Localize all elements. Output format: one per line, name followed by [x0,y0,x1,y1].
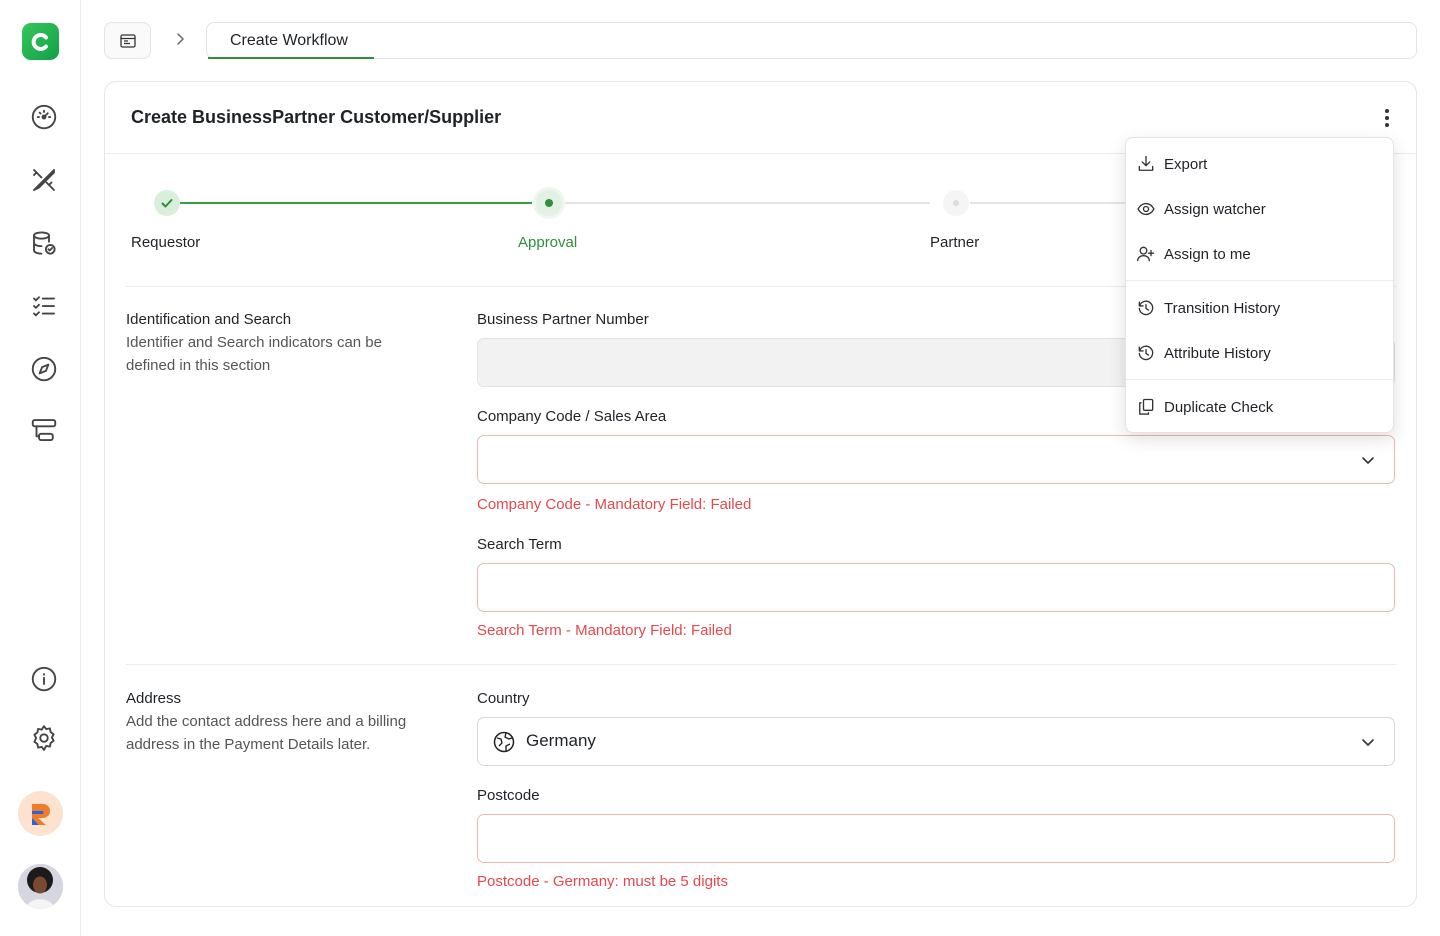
copy-icon [1139,398,1154,415]
design-tools-nav-icon[interactable] [28,164,60,196]
chevron-down-icon [1362,739,1374,746]
company-code-label: Company Code / Sales Area [477,408,667,425]
step-connector-pending [562,202,930,204]
kebab-dot-icon [1385,109,1389,113]
menu-item-assign-watcher[interactable]: Assign watcher [1126,189,1393,229]
tab-create-workflow[interactable]: Create Workflow [208,22,374,59]
brand-avatar[interactable] [18,791,63,836]
postcode-error: Postcode - Germany: must be 5 digits [477,873,728,890]
history-icon [1138,345,1154,361]
globe-icon [493,731,515,753]
menu-item-attribute-history[interactable]: Attribute History [1126,333,1393,373]
layout-icon [119,33,136,48]
brand-logo-icon [31,803,50,825]
step-label-partner: Partner [930,234,980,251]
user-plus-icon [1137,246,1155,262]
country-label: Country [477,690,530,707]
dashboard-nav-icon[interactable] [28,101,60,133]
search-term-label: Search Term [477,536,562,553]
logo-icon [31,32,48,51]
menu-item-transition-history[interactable]: Transition History [1126,288,1393,328]
step-done-check-icon [154,190,180,216]
section-divider [126,664,1396,665]
tab-bar [206,22,1417,59]
step-connector-done [180,202,532,204]
more-options-button[interactable] [1373,104,1401,132]
step-pending-dot-icon [943,190,969,216]
chevron-right-icon [177,33,184,45]
company-code-select[interactable] [477,435,1395,484]
eye-icon [1137,202,1155,216]
workspace-home-button[interactable] [104,22,151,59]
country-value: Germany [526,731,596,750]
history-icon [1138,300,1154,316]
bp-number-label: Business Partner Number [477,311,649,328]
user-photo-icon [18,864,63,909]
search-term-input[interactable] [477,563,1395,612]
kebab-dot-icon [1385,123,1389,127]
address-section-title: Address [126,690,182,707]
address-section-description: Add the contact address here and a billi… [126,713,407,753]
database-check-nav-icon[interactable] [28,227,60,259]
identification-section-title: Identification and Search [126,311,292,328]
breadcrumb: Create Workflow [104,22,1417,59]
info-nav-icon[interactable] [28,663,60,695]
more-options-menu: Export Assign watcher Assign to me Trans… [1125,137,1394,433]
company-code-error: Company Code - Mandatory Field: Failed [477,496,752,513]
step-current-dot-icon [536,190,562,216]
sidebar [0,0,81,936]
step-label-requestor: Requestor [131,234,201,251]
country-select[interactable]: Germany [477,717,1395,766]
step-label-approval: Approval [518,234,578,251]
postcode-label: Postcode [477,787,540,804]
chevron-down-icon [1362,457,1374,464]
menu-item-assign-to-me[interactable]: Assign to me [1126,234,1393,274]
step-connector-pending [970,202,1130,204]
app-logo[interactable] [22,23,59,60]
menu-item-export[interactable]: Export [1126,144,1393,184]
menu-item-duplicate-check[interactable]: Duplicate Check [1126,387,1393,427]
identification-section-description: Identifier and Search indicators can be … [126,334,382,374]
settings-gear-icon[interactable] [28,722,60,754]
kebab-dot-icon [1385,116,1389,120]
menu-separator [1126,280,1393,281]
checklist-nav-icon[interactable] [28,290,60,322]
postcode-input[interactable] [477,814,1395,863]
user-avatar[interactable] [18,864,63,909]
workflow-nav-icon[interactable] [28,414,60,446]
compass-nav-icon[interactable] [28,353,60,385]
download-icon [1138,155,1154,171]
menu-separator [1126,379,1393,380]
page-title: Create BusinessPartner Customer/Supplier [131,107,502,127]
search-term-error: Search Term - Mandatory Field: Failed [477,622,732,639]
